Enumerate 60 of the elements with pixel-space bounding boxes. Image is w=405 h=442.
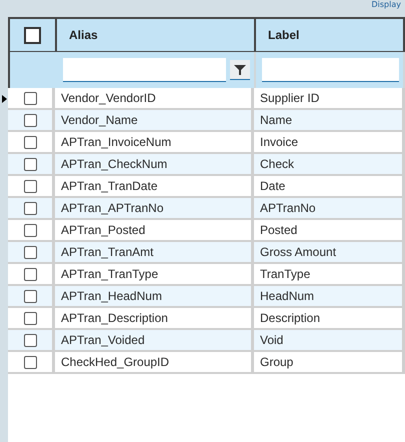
table-cell: APTran_TranDate (55, 176, 254, 198)
table-cell: Vendor_Name (55, 110, 254, 132)
table-cell: APTran_CheckNum (55, 154, 254, 176)
table-row[interactable]: APTran_CheckNum Check (0, 154, 405, 176)
display-link[interactable]: Display (372, 0, 401, 10)
table-row[interactable]: APTran_TranAmt Gross Amount (0, 242, 405, 264)
table-cell: CheckHed_GroupID (55, 352, 254, 374)
table-row[interactable]: APTran_APTranNo APTranNo (0, 198, 405, 220)
table-row[interactable]: APTran_Description Description (0, 308, 405, 330)
table-cell: APTran_Posted (55, 220, 254, 242)
row-checkbox[interactable] (24, 92, 36, 104)
table-cell: Name (254, 110, 405, 132)
table-cell: Void (254, 330, 405, 352)
funnel-icon (234, 64, 246, 76)
table-cell: HeadNum (254, 286, 405, 308)
table-cell: APTran_InvoiceNum (55, 132, 254, 154)
filter-field[interactable] (262, 58, 399, 82)
row-checkbox[interactable] (24, 290, 36, 302)
row-checkbox[interactable] (24, 180, 36, 192)
row-checkbox[interactable] (24, 334, 36, 346)
filter-field[interactable] (63, 58, 226, 82)
table-cell: Description (254, 308, 405, 330)
table-row[interactable]: APTran_TranType TranType (0, 264, 405, 286)
filter-button[interactable] (230, 60, 250, 80)
row-checkbox[interactable] (24, 312, 36, 324)
row-checkbox[interactable] (24, 268, 36, 280)
table-cell: Group (254, 352, 405, 374)
row-checkbox[interactable] (24, 136, 36, 148)
table-row[interactable]: APTran_InvoiceNum Invoice (0, 132, 405, 154)
table-cell: TranType (254, 264, 405, 286)
table-cell: Supplier ID (254, 88, 405, 110)
table-row[interactable]: CheckHed_GroupID Group (0, 352, 405, 374)
table-cell: APTran_HeadNum (55, 286, 254, 308)
table-row[interactable]: Vendor_Name Name (0, 110, 405, 132)
row-checkbox[interactable] (24, 224, 36, 236)
table-cell: Date (254, 176, 405, 198)
table-cell: APTranNo (254, 198, 405, 220)
table-row[interactable]: APTran_HeadNum HeadNum (0, 286, 405, 308)
table-cell: APTran_TranAmt (55, 242, 254, 264)
row-checkbox[interactable] (24, 158, 36, 170)
table-cell: Check (254, 154, 405, 176)
table-cell: APTran_Voided (55, 330, 254, 352)
table-cell: Vendor_VendorID (55, 88, 254, 110)
row-checkbox[interactable] (24, 356, 36, 368)
column-header[interactable]: Label (268, 28, 300, 42)
table-row[interactable]: APTran_TranDate Date (0, 176, 405, 198)
table-row[interactable]: APTran_Posted Posted (0, 220, 405, 242)
table-row[interactable]: Vendor_VendorID Supplier ID (0, 88, 405, 110)
select-all-checkbox[interactable] (24, 26, 41, 44)
row-checkbox[interactable] (24, 202, 36, 214)
row-checkbox[interactable] (24, 114, 36, 126)
table-cell: APTran_APTranNo (55, 198, 254, 220)
table-cell: Posted (254, 220, 405, 242)
table-row[interactable]: APTran_Voided Void (0, 330, 405, 352)
table-cell: Gross Amount (254, 242, 405, 264)
table-cell: APTran_Description (55, 308, 254, 330)
column-header[interactable]: Alias (69, 28, 98, 42)
row-checkbox[interactable] (24, 246, 36, 258)
table-cell: APTran_TranType (55, 264, 254, 286)
table-cell: Invoice (254, 132, 405, 154)
